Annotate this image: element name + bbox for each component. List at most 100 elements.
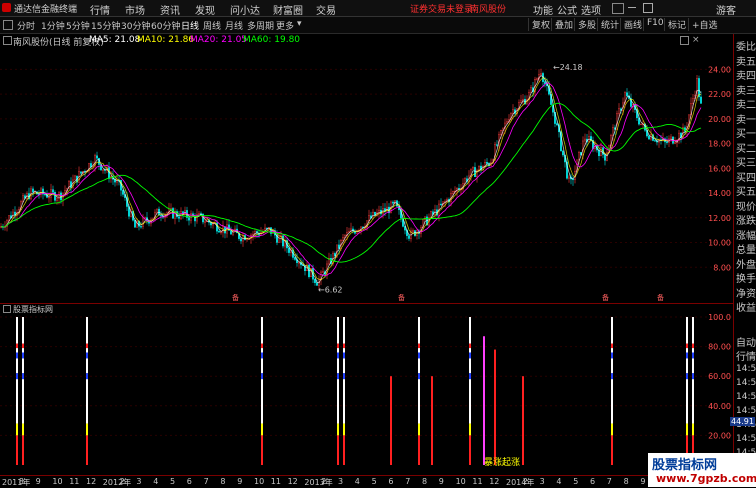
menu-news[interactable]: 资讯 xyxy=(160,2,180,17)
period-weekly[interactable]: 周线 xyxy=(203,19,221,32)
indicator-chart[interactable]: 100.0 80.00 60.00 40.00 20.00 暴涨起涨 xyxy=(0,313,733,475)
tool-multi-stock[interactable]: 多股 xyxy=(574,18,596,31)
menu-formula[interactable]: 公式 xyxy=(557,2,577,17)
x-tick-label: 3 xyxy=(136,477,142,486)
window-icon[interactable] xyxy=(612,3,624,14)
x-tick-label: 2011年 xyxy=(2,478,31,487)
menu-wealth[interactable]: 财富圈 xyxy=(273,2,303,17)
x-tick-label: 5 xyxy=(371,477,377,486)
time-axis: 2011年 8 9 10 11 12 2012年 2 3 4 5 6 7 8 9 10 11 12 2013年 2 3 4… xyxy=(0,475,733,488)
x-tick-label: 5 xyxy=(170,477,176,486)
signal-bar-segment xyxy=(611,379,613,424)
minimize-icon[interactable] xyxy=(628,7,636,8)
login-warning[interactable]: 证券交易未登录 xyxy=(410,2,473,15)
close-icon[interactable]: × xyxy=(692,35,700,45)
maximize-icon[interactable] xyxy=(643,3,653,13)
signal-bar-segment xyxy=(692,379,694,424)
menu-trade[interactable]: 交易 xyxy=(316,2,336,17)
event-marker: 备 xyxy=(398,293,405,302)
candle-body xyxy=(392,201,394,204)
signal-bar-segment xyxy=(337,317,339,344)
signal-bar-segment xyxy=(86,423,88,436)
candle-body xyxy=(48,196,50,199)
watermark-title: 股票指标网 xyxy=(652,458,718,473)
signal-bar-segment xyxy=(16,423,18,436)
candle-body xyxy=(322,271,324,273)
signal-bar-segment xyxy=(16,358,18,374)
signal-bar-segment xyxy=(692,317,694,344)
chevron-down-icon[interactable]: ▾ xyxy=(297,19,302,29)
signal-bar-segment xyxy=(337,379,339,424)
signal-bar-segment xyxy=(611,358,613,374)
period-30min[interactable]: 30分钟 xyxy=(121,19,150,32)
menu-ask[interactable]: 问小达 xyxy=(230,2,260,17)
period-60min[interactable]: 60分钟 xyxy=(151,19,180,32)
tool-mark[interactable]: 标记 xyxy=(664,18,686,31)
signal-bar-segment xyxy=(418,317,420,344)
y-tick-label: 8.00 xyxy=(713,263,731,272)
menu-function[interactable]: 功能 xyxy=(533,2,553,17)
period-monthly[interactable]: 月线 xyxy=(225,19,243,32)
menu-market[interactable]: 行情 xyxy=(90,2,110,17)
tool-add-watchlist[interactable]: +自选 xyxy=(688,18,718,31)
tool-draw[interactable]: 画线 xyxy=(620,18,642,31)
candle-body xyxy=(56,198,58,201)
x-tick-label: 8 xyxy=(422,477,428,486)
x-tick-label: 8 xyxy=(18,477,24,486)
candle-body xyxy=(178,216,180,219)
signal-bar-segment xyxy=(16,352,18,359)
period-more[interactable]: 更多 xyxy=(276,19,294,32)
x-tick-label: 2014年 xyxy=(506,478,535,487)
period-5min[interactable]: 5分钟 xyxy=(66,19,90,32)
collapse-icon[interactable] xyxy=(3,36,12,45)
candle-body xyxy=(414,230,416,236)
candle-body xyxy=(536,78,538,80)
candle-body xyxy=(556,123,558,126)
x-tick-label: 6 xyxy=(590,477,596,486)
tool-stats[interactable]: 统计 xyxy=(597,18,619,31)
signal-bar-segment xyxy=(686,343,688,349)
y-tick-label: 20.00 xyxy=(708,431,731,440)
candle-body xyxy=(440,203,442,206)
candle-body xyxy=(640,123,642,125)
tool-f10[interactable]: F10 xyxy=(643,18,664,31)
period-multi[interactable]: 多周期 xyxy=(247,19,274,32)
collapse-icon[interactable] xyxy=(3,305,11,313)
signal-bar-segment xyxy=(261,423,263,436)
x-tick-label: 9 xyxy=(438,477,444,486)
period-intraday[interactable]: 分时 xyxy=(17,19,35,32)
candle-body xyxy=(512,109,514,114)
x-tick-label: 8 xyxy=(623,477,629,486)
candle-body xyxy=(282,235,284,247)
guest-label[interactable]: 游客 xyxy=(716,2,736,17)
period-15min[interactable]: 15分钟 xyxy=(91,19,120,32)
x-tick-label: 7 xyxy=(606,477,612,486)
period-daily[interactable]: 日线 xyxy=(181,19,199,32)
signal-bar-segment xyxy=(22,343,24,349)
signal-bar-segment xyxy=(469,348,471,353)
menu-market-list[interactable]: 市场 xyxy=(125,2,145,17)
ma60-value: MA60: 19.80 xyxy=(243,35,301,45)
period-1min[interactable]: 1分钟 xyxy=(41,19,65,32)
signal-bar-segment xyxy=(418,435,420,465)
signal-bar-segment xyxy=(86,348,88,353)
menu-options[interactable]: 选项 xyxy=(581,2,601,17)
candle-body xyxy=(520,100,522,103)
signal-bar-segment xyxy=(261,435,263,465)
candle-body xyxy=(506,121,508,124)
tool-overlay[interactable]: 叠加 xyxy=(551,18,573,31)
quote-label: 卖四 xyxy=(736,71,756,82)
signal-bar-segment xyxy=(86,317,88,344)
panel-toggle-icon[interactable] xyxy=(3,20,13,30)
candlestick-chart[interactable]: 24.00 22.00 20.00 18.00 16.00 14.00 12.00 10.00… xyxy=(0,47,733,302)
price-tag: 44.91 xyxy=(730,417,755,426)
x-tick-label: 2 xyxy=(522,477,528,486)
stock-link[interactable]: 南风股份 xyxy=(470,2,506,15)
settings-icon[interactable] xyxy=(680,36,689,45)
candle-body xyxy=(530,87,532,93)
signal-bar-segment xyxy=(343,343,345,349)
x-tick-label: 11 xyxy=(472,477,483,486)
tool-adjust[interactable]: 复权 xyxy=(528,18,550,31)
x-tick-label: 12 xyxy=(489,477,500,486)
menu-discover[interactable]: 发现 xyxy=(195,2,215,17)
